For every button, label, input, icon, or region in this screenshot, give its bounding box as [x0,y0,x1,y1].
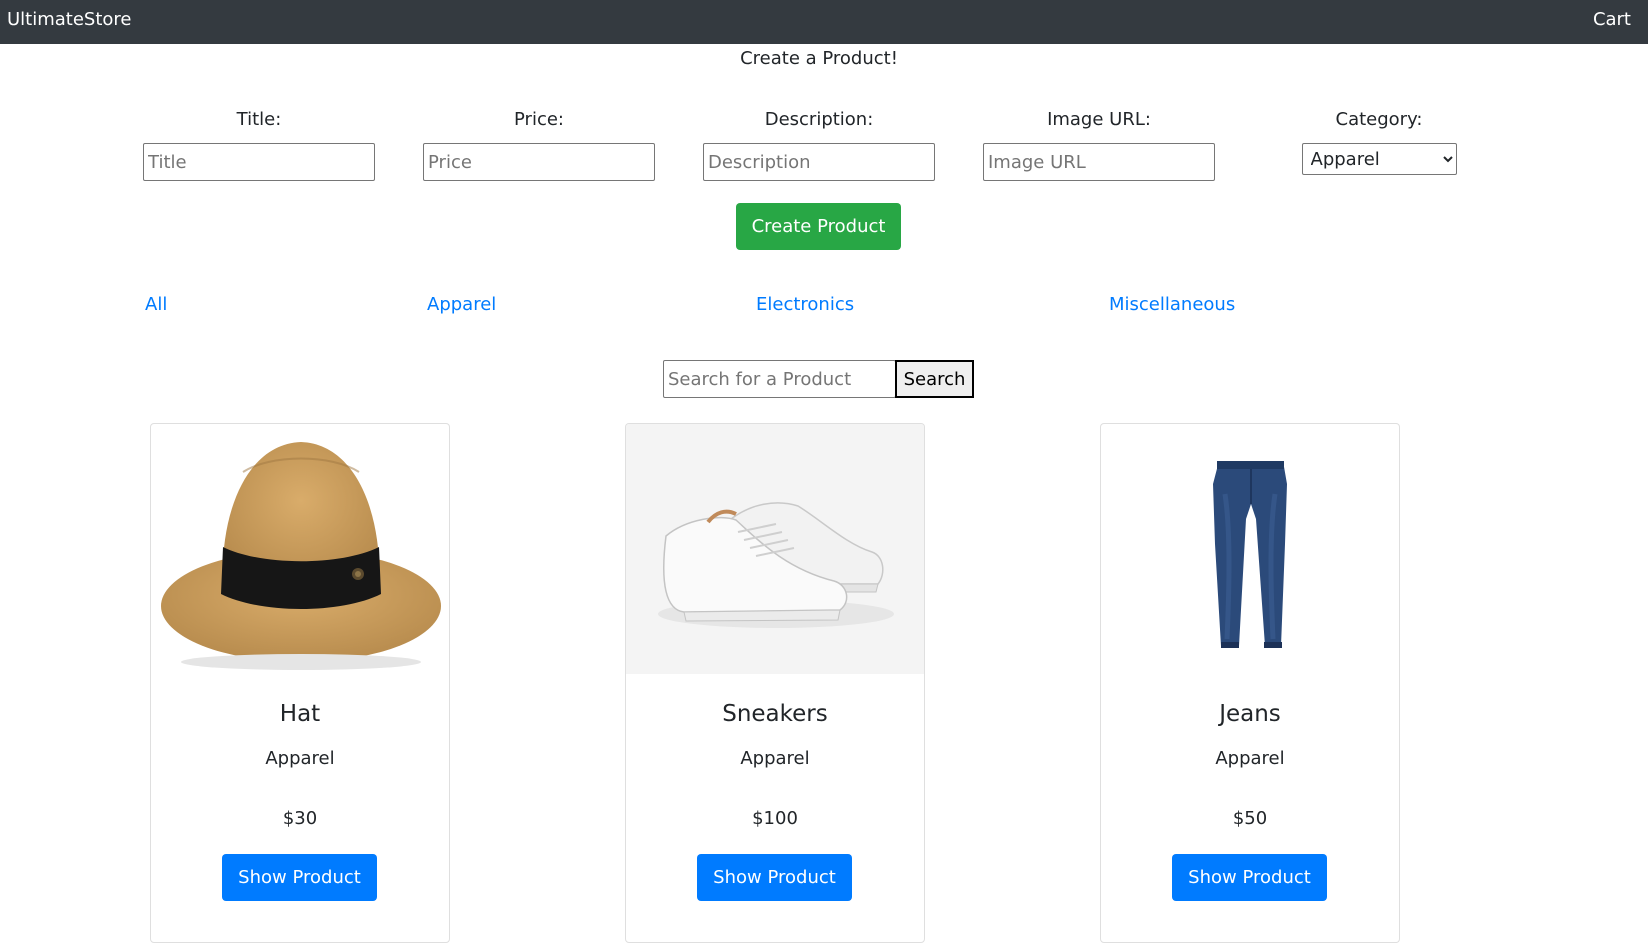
cart-link[interactable]: Cart [1593,9,1631,30]
image-url-input[interactable] [983,143,1215,181]
image-url-label: Image URL: [1047,109,1151,130]
create-product-button[interactable]: Create Product [736,203,901,250]
category-link-apparel[interactable]: Apparel [427,294,496,315]
product-title: Jeans [1219,701,1281,727]
category-label: Category: [1335,109,1423,130]
sneakers-image [626,424,924,674]
category-link-all[interactable]: All [145,294,167,315]
category-link-electronics[interactable]: Electronics [756,294,854,315]
product-title: Sneakers [722,701,828,727]
image-url-field-group: Image URL: [983,107,1215,181]
product-card-sneakers: Sneakers Apparel $100 Show Product [625,423,925,943]
description-label: Description: [764,109,874,130]
product-price: $100 [752,808,798,829]
product-category: Apparel [1215,748,1285,769]
search-input[interactable] [663,360,896,398]
product-card-hat: Hat Apparel $30 Show Product [150,423,450,943]
title-label: Title: [236,109,282,130]
price-field-group: Price: [423,107,655,181]
form-heading: Create a Product! [740,48,898,69]
category-field-group: Category: Apparel [1263,107,1495,175]
product-category: Apparel [740,748,810,769]
hat-image [151,424,449,674]
category-link-miscellaneous[interactable]: Miscellaneous [1109,294,1235,315]
jeans-image [1101,424,1399,674]
product-price: $50 [1232,808,1268,829]
brand-link[interactable]: UltimateStore [7,9,132,30]
price-label: Price: [514,109,564,130]
description-input[interactable] [703,143,935,181]
product-title: Hat [279,701,321,727]
show-product-button[interactable]: Show Product [222,854,377,901]
description-field-group: Description: [703,107,935,181]
title-input[interactable] [143,143,375,181]
title-field-group: Title: [143,107,375,181]
product-price: $30 [282,808,318,829]
show-product-button[interactable]: Show Product [1172,854,1327,901]
category-select[interactable]: Apparel [1301,143,1457,175]
navbar: UltimateStore Cart [0,0,1648,44]
price-input[interactable] [423,143,655,181]
search-button[interactable]: Search [895,360,974,398]
show-product-button[interactable]: Show Product [697,854,852,901]
product-category: Apparel [265,748,335,769]
product-card-jeans: Jeans Apparel $50 Show Product [1100,423,1400,943]
